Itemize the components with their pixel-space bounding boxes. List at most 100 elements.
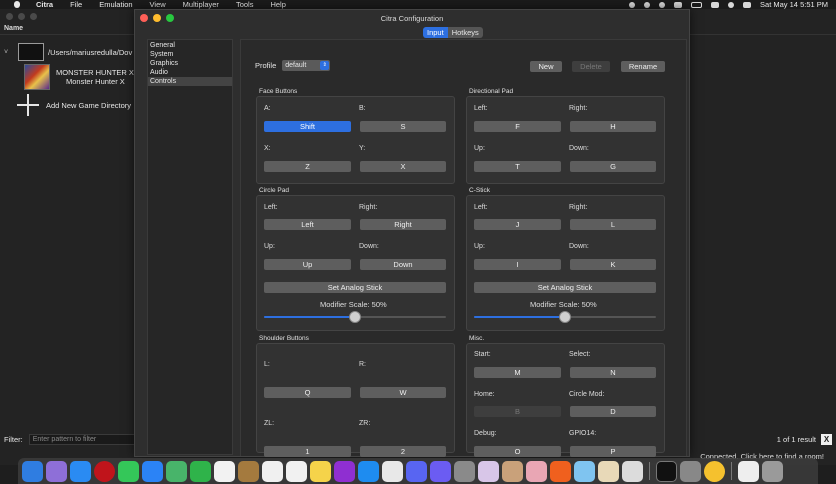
main-maximize-icon[interactable] bbox=[30, 13, 37, 20]
main-close-icon[interactable] bbox=[6, 13, 13, 20]
calendar-icon[interactable] bbox=[214, 460, 235, 482]
sidebar-item-system[interactable]: System bbox=[148, 50, 232, 59]
new-profile-button[interactable]: New bbox=[530, 61, 562, 72]
profile-select[interactable]: default ⇕ bbox=[282, 60, 331, 71]
misc-start-binding[interactable]: M bbox=[474, 367, 561, 378]
record-icon[interactable] bbox=[629, 1, 636, 8]
control-center-icon[interactable] bbox=[743, 1, 752, 8]
game-app-3-icon[interactable] bbox=[526, 460, 547, 482]
play-icon[interactable] bbox=[644, 1, 651, 8]
circle-set-analog-button[interactable]: Set Analog Stick bbox=[264, 282, 446, 293]
dpad-right-binding[interactable]: H bbox=[570, 121, 656, 132]
cstick-up-binding[interactable]: I bbox=[474, 259, 561, 270]
opera-icon[interactable] bbox=[94, 460, 115, 482]
maximize-icon[interactable] bbox=[166, 14, 174, 22]
menu-view[interactable]: View bbox=[150, 0, 166, 9]
sidebar-item-controls[interactable]: Controls bbox=[148, 77, 232, 86]
apple-icon[interactable] bbox=[12, 0, 22, 9]
circle-up-binding[interactable]: Up bbox=[264, 259, 351, 270]
add-directory-row[interactable]: Add New Game Directory bbox=[0, 91, 140, 119]
circle-modifier-knob[interactable] bbox=[349, 311, 361, 323]
menu-help[interactable]: Help bbox=[270, 0, 285, 9]
game-app-2-icon[interactable] bbox=[502, 460, 523, 482]
close-icon[interactable] bbox=[140, 14, 148, 22]
photos-icon[interactable] bbox=[382, 460, 403, 482]
tab-input[interactable]: Input bbox=[423, 27, 448, 38]
misc-debug-binding[interactable]: O bbox=[474, 446, 561, 457]
main-minimize-icon[interactable] bbox=[18, 13, 25, 20]
dpad-down-binding[interactable]: G bbox=[570, 161, 656, 172]
citra-icon[interactable] bbox=[550, 460, 571, 482]
cstick-right-binding[interactable]: L bbox=[570, 219, 656, 230]
trash-icon[interactable] bbox=[762, 460, 783, 482]
messenger-icon[interactable] bbox=[430, 460, 451, 482]
podcasts-icon[interactable] bbox=[334, 460, 355, 482]
shoulder-zr-binding[interactable]: 2 bbox=[360, 446, 446, 457]
button-a-binding[interactable]: Shift bbox=[264, 121, 351, 132]
chevron-down-icon[interactable]: ˅ bbox=[4, 49, 12, 56]
circle-modifier-slider[interactable] bbox=[264, 311, 446, 323]
game-row[interactable]: MONSTER HUNTER X Monster Hunter X bbox=[0, 63, 140, 91]
cstick-down-binding[interactable]: K bbox=[570, 259, 656, 270]
cstick-set-analog-button[interactable]: Set Analog Stick bbox=[474, 282, 656, 293]
shoulder-r-binding[interactable]: W bbox=[360, 387, 446, 398]
facetime-icon[interactable] bbox=[190, 460, 211, 482]
mute-icon[interactable] bbox=[674, 1, 683, 8]
sidebar-item-audio[interactable]: Audio bbox=[148, 68, 232, 77]
reminders-icon[interactable] bbox=[262, 460, 283, 482]
filter-input[interactable]: Enter pattern to filter bbox=[28, 433, 139, 445]
document-icon[interactable] bbox=[738, 460, 759, 482]
delete-profile-button[interactable]: Delete bbox=[572, 61, 610, 72]
coin-app-icon[interactable] bbox=[704, 460, 725, 482]
rename-profile-button[interactable]: Rename bbox=[621, 61, 665, 72]
maps-icon[interactable] bbox=[166, 460, 187, 482]
contacts-icon[interactable] bbox=[238, 460, 259, 482]
menu-tools[interactable]: Tools bbox=[236, 0, 254, 9]
notes-icon[interactable] bbox=[310, 460, 331, 482]
menu-file[interactable]: File bbox=[70, 0, 82, 9]
sidebar-item-general[interactable]: General bbox=[148, 41, 232, 50]
misc-circlemod-binding[interactable]: D bbox=[570, 406, 656, 417]
dpad-left-binding[interactable]: F bbox=[474, 121, 561, 132]
game-app-icon[interactable] bbox=[478, 460, 499, 482]
cstick-left-binding[interactable]: J bbox=[474, 219, 561, 230]
discord-icon[interactable] bbox=[406, 460, 427, 482]
menu-emulation[interactable]: Emulation bbox=[99, 0, 132, 9]
messages-icon[interactable] bbox=[118, 460, 139, 482]
cstick-modifier-knob[interactable] bbox=[559, 311, 571, 323]
shoulder-zl-binding[interactable]: 1 bbox=[264, 446, 351, 457]
system-settings-icon[interactable] bbox=[454, 460, 475, 482]
button-b-binding[interactable]: S bbox=[360, 121, 446, 132]
finder-icon[interactable] bbox=[22, 460, 43, 482]
app-store-icon[interactable] bbox=[358, 460, 379, 482]
mail-icon[interactable] bbox=[142, 460, 163, 482]
circle-right-binding[interactable]: Right bbox=[360, 219, 446, 230]
dpad-up-binding[interactable]: T bbox=[474, 161, 561, 172]
menu-app-name[interactable]: Citra bbox=[36, 0, 53, 9]
menu-multiplayer[interactable]: Multiplayer bbox=[183, 0, 219, 9]
terminal-icon[interactable] bbox=[656, 460, 677, 482]
battery-icon[interactable] bbox=[691, 1, 703, 8]
button-x-binding[interactable]: Z bbox=[264, 161, 351, 172]
moon-icon[interactable] bbox=[659, 1, 666, 8]
clear-filter-button[interactable]: X bbox=[821, 433, 832, 445]
wifi-icon[interactable] bbox=[711, 1, 720, 8]
misc-gpio-binding[interactable]: P bbox=[570, 446, 656, 457]
spotlight-icon[interactable] bbox=[728, 1, 735, 8]
circle-left-binding[interactable]: Left bbox=[264, 219, 351, 230]
cstick-modifier-slider[interactable] bbox=[474, 311, 656, 323]
tab-hotkeys[interactable]: Hotkeys bbox=[447, 27, 483, 38]
sidebar-item-graphics[interactable]: Graphics bbox=[148, 59, 232, 68]
clock[interactable]: Sat May 14 5:51 PM bbox=[760, 0, 828, 9]
freeform-icon[interactable] bbox=[286, 460, 307, 482]
circle-down-binding[interactable]: Down bbox=[360, 259, 446, 270]
launchpad-icon[interactable] bbox=[46, 460, 67, 482]
minimize-icon[interactable] bbox=[153, 14, 161, 22]
safari-icon[interactable] bbox=[70, 460, 91, 482]
misc-home-binding[interactable]: B bbox=[474, 406, 561, 417]
app-switcher-icon[interactable] bbox=[680, 460, 701, 482]
folder-row[interactable]: ˅ /Users/mariusredulla/Dov bbox=[0, 38, 140, 66]
misc-select-binding[interactable]: N bbox=[570, 367, 656, 378]
roblox-icon[interactable] bbox=[622, 460, 643, 482]
button-y-binding[interactable]: X bbox=[360, 161, 446, 172]
